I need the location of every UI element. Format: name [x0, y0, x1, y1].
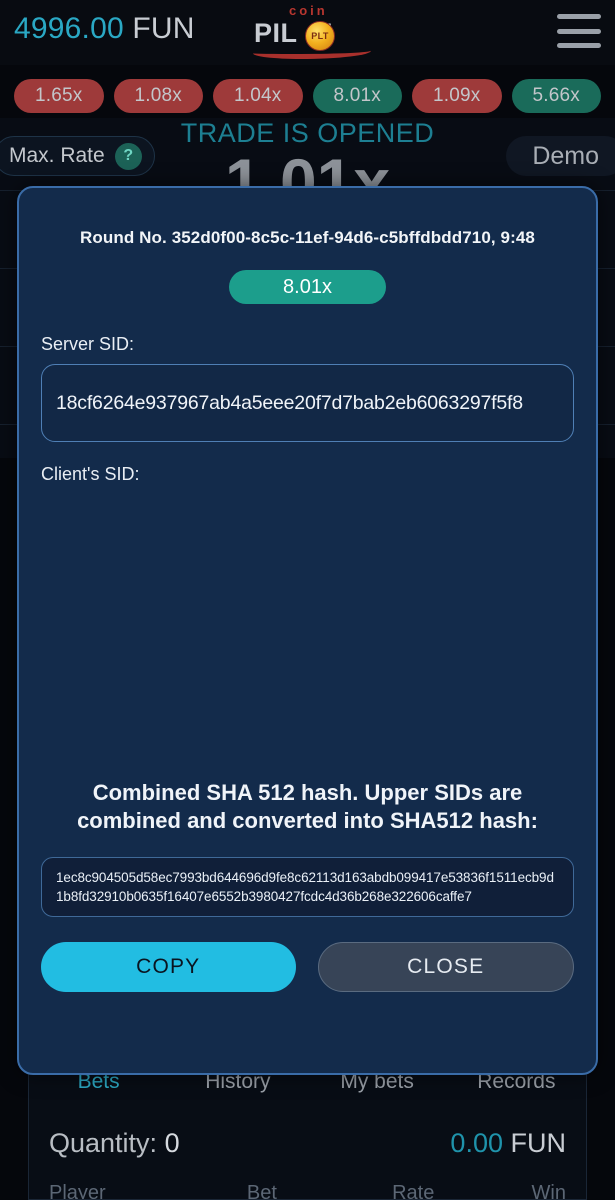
- column-header: Rate: [392, 1182, 435, 1200]
- round-history-badge[interactable]: 8.01x: [312, 79, 402, 113]
- hamburger-bar: [557, 28, 601, 34]
- copy-button[interactable]: COPY: [41, 942, 296, 993]
- question-mark-icon[interactable]: ?: [114, 142, 142, 170]
- sha-hash-field[interactable]: 1ec8c904505d58ec7993bd644696d9fe8c62113d…: [41, 857, 574, 918]
- round-history-badge[interactable]: 1.04x: [213, 79, 303, 113]
- max-rate-label: Max. Rate: [9, 144, 105, 167]
- round-history-badge[interactable]: 1.65x: [14, 79, 104, 113]
- demo-mode-button[interactable]: Demo: [506, 136, 615, 176]
- modal-actions: COPY CLOSE: [41, 942, 574, 993]
- balance-currency: FUN: [132, 12, 195, 45]
- app-root: 4996.00 FUN coin PILoT PLT 1.65x 1.08x 1.0…: [0, 0, 615, 1200]
- column-header: Bet: [246, 1182, 277, 1200]
- max-rate-chip[interactable]: Max. Rate ?: [0, 136, 155, 176]
- client-sid-label: Client's SID:: [41, 464, 140, 484]
- column-header: Player: [49, 1182, 106, 1200]
- total-amount: 0.00: [450, 1128, 503, 1158]
- app-logo: coin PILoT PLT: [247, 3, 375, 59]
- bottom-panel: Bets History My bets Records Quantity: 0 0.…: [28, 1063, 587, 1200]
- logo-swoosh-icon: [253, 45, 371, 59]
- balance-display: 4996.00 FUN: [14, 12, 195, 46]
- bets-table-header: Player Bet Rate Win: [29, 1182, 586, 1200]
- round-multiplier-badge: 8.01x: [229, 270, 386, 304]
- plt-coin-label: PLT: [311, 31, 329, 41]
- provably-fair-modal: Round No. 352d0f00-8c5c-11ef-94d6-c5bffd…: [17, 186, 598, 1075]
- total-currency: FUN: [510, 1128, 567, 1158]
- round-history-badge[interactable]: 5.66x: [511, 79, 601, 113]
- top-bar: 4996.00 FUN coin PILoT PLT: [0, 0, 615, 65]
- quantity-row: Quantity: 0 0.00 FUN: [29, 1128, 586, 1159]
- round-history-badge[interactable]: 1.08x: [113, 79, 203, 113]
- logo-coin-text: coin: [289, 3, 328, 18]
- round-history-badge[interactable]: 1.09x: [412, 79, 502, 113]
- hamburger-menu-icon[interactable]: [557, 14, 601, 48]
- quantity-label-group: Quantity: 0: [49, 1128, 180, 1159]
- sha-description: Combined SHA 512 hash. Upper SIDs are co…: [77, 780, 538, 834]
- demo-mode-label: Demo: [532, 141, 599, 170]
- hamburger-bar: [557, 14, 601, 19]
- total-amount-group: 0.00 FUN: [450, 1128, 566, 1159]
- round-history-strip: 1.65x 1.08x 1.04x 8.01x 1.09x 5.66x: [0, 78, 615, 114]
- server-sid-field[interactable]: 18cf6264e937967ab4a5eee20f7d7bab2eb60632…: [41, 364, 574, 442]
- round-number-line: Round No. 352d0f00-8c5c-11ef-94d6-c5bffd…: [80, 228, 535, 247]
- quantity-value: 0: [164, 1128, 180, 1158]
- balance-amount: 4996.00: [14, 12, 124, 45]
- close-button[interactable]: CLOSE: [317, 942, 574, 993]
- column-header: Win: [531, 1182, 566, 1200]
- quantity-label: Quantity:: [49, 1128, 158, 1158]
- server-sid-label: Server SID:: [41, 334, 135, 354]
- hamburger-bar: [557, 43, 601, 48]
- client-sid-area: [41, 485, 574, 775]
